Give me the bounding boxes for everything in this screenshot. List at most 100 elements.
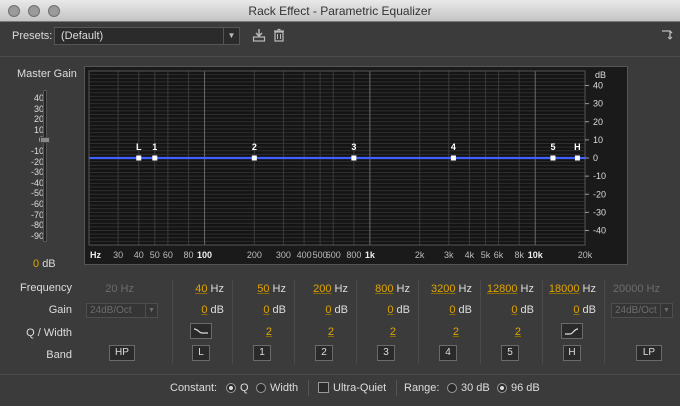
band-1-frequency[interactable]: 50 Hz xyxy=(240,283,286,295)
band-1-frequency-value[interactable]: 50 xyxy=(257,283,269,295)
band-node[interactable] xyxy=(251,155,257,161)
band-h-frequency-unit: Hz xyxy=(582,283,596,295)
band-5-frequency[interactable]: 12800 Hz xyxy=(482,283,534,295)
range-label: Range: xyxy=(404,382,440,394)
band-1-q[interactable]: 2 xyxy=(240,326,272,338)
eq-graph[interactable]: dB 40 30 20 10 0 -10 -20 -30 -40 Hz 30 40 50 60 80 100 20… xyxy=(84,66,628,265)
delete-preset-icon[interactable] xyxy=(272,28,286,42)
band-5-q[interactable]: 2 xyxy=(488,326,521,338)
band-4-button[interactable]: 4 xyxy=(439,345,457,361)
band-5-button[interactable]: 5 xyxy=(501,345,519,361)
high-shelf-toggle-button[interactable] xyxy=(561,323,583,339)
band-2-gain-unit: dB xyxy=(334,304,348,316)
band-4-frequency[interactable]: 3200 Hz xyxy=(420,283,472,295)
band-2-gain-value[interactable]: 0 xyxy=(325,304,331,316)
band-1-frequency-unit: Hz xyxy=(272,283,286,295)
db-tick-label: 0 xyxy=(593,153,598,163)
band-2-frequency-value[interactable]: 200 xyxy=(313,283,331,295)
band-3-gain[interactable]: 0 dB xyxy=(364,304,410,316)
band-3-q[interactable]: 2 xyxy=(364,326,396,338)
band-2-q[interactable]: 2 xyxy=(302,326,334,338)
lp-slope-dropdown[interactable]: 24dB/Oct ▼ xyxy=(611,303,673,318)
band-1-button[interactable]: 1 xyxy=(253,345,271,361)
presets-label: Presets: xyxy=(12,30,53,42)
band-node[interactable] xyxy=(574,155,580,161)
lp-frequency-value[interactable]: 20000 xyxy=(613,283,644,295)
hp-frequency-value[interactable]: 20 xyxy=(105,283,117,295)
band-1-gain[interactable]: 0 dB xyxy=(240,304,286,316)
band-l-frequency[interactable]: 40 Hz xyxy=(180,283,224,295)
band-node[interactable] xyxy=(450,155,456,161)
master-gain-slider-track[interactable] xyxy=(43,90,47,242)
presets-dropdown[interactable]: (Default) ▼ xyxy=(54,27,240,45)
hp-slope-dropdown[interactable]: 24dB/Oct ▼ xyxy=(86,303,158,318)
band-2-frequency[interactable]: 200 Hz xyxy=(302,283,348,295)
band-l-gain[interactable]: 0 dB xyxy=(180,304,224,316)
band-hp-button[interactable]: HP xyxy=(109,345,135,361)
band-3-button[interactable]: 3 xyxy=(377,345,395,361)
band-node[interactable] xyxy=(136,155,142,161)
master-gain-slider-thumb[interactable] xyxy=(40,137,50,143)
hp-frequency[interactable]: 20 Hz xyxy=(86,283,134,295)
frequency-tick-label: 2k xyxy=(415,250,425,260)
band-1-q-value[interactable]: 2 xyxy=(266,326,272,338)
band-3-frequency-value[interactable]: 800 xyxy=(375,283,393,295)
band-h-gain-value[interactable]: 0 xyxy=(573,304,579,316)
band-2-gain[interactable]: 0 dB xyxy=(302,304,348,316)
low-shelf-toggle-button[interactable] xyxy=(190,323,212,339)
band-5-frequency-value[interactable]: 12800 xyxy=(487,283,518,295)
band-node[interactable] xyxy=(550,155,556,161)
band-3-q-value[interactable]: 2 xyxy=(390,326,396,338)
band-3-gain-value[interactable]: 0 xyxy=(387,304,393,316)
range-96db-radio[interactable] xyxy=(497,383,507,393)
band-2-button[interactable]: 2 xyxy=(315,345,333,361)
band-node[interactable] xyxy=(351,155,357,161)
panel-menu-icon[interactable] xyxy=(660,28,674,42)
band-1-gain-value[interactable]: 0 xyxy=(263,304,269,316)
band-node-label: 5 xyxy=(550,142,555,152)
ultra-quiet-checkbox[interactable] xyxy=(318,382,329,393)
band-node-label: L xyxy=(136,142,142,152)
band-4-q[interactable]: 2 xyxy=(426,326,459,338)
band-lp-button[interactable]: LP xyxy=(636,345,662,361)
band-h-frequency[interactable]: 18000 Hz xyxy=(544,283,596,295)
master-gain-number[interactable]: 0 xyxy=(33,258,39,270)
range-96db-label[interactable]: 96 dB xyxy=(511,382,540,394)
band-4-gain[interactable]: 0 dB xyxy=(426,304,472,316)
band-l-button[interactable]: L xyxy=(192,345,210,361)
db-tick-label: -40 xyxy=(593,226,606,236)
band-4-gain-value[interactable]: 0 xyxy=(449,304,455,316)
band-h-gain[interactable]: 0 dB xyxy=(550,304,596,316)
constant-q-label[interactable]: Q xyxy=(240,382,249,394)
band-h-frequency-value[interactable]: 18000 xyxy=(549,283,580,295)
band-4-frequency-value[interactable]: 3200 xyxy=(431,283,455,295)
divider xyxy=(542,280,543,364)
lp-frequency[interactable]: 20000 Hz xyxy=(606,283,660,295)
band-l-frequency-value[interactable]: 40 xyxy=(195,283,207,295)
range-30db-label[interactable]: 30 dB xyxy=(461,382,490,394)
divider xyxy=(480,280,481,364)
band-5-gain[interactable]: 0 dB xyxy=(488,304,534,316)
eq-graph-canvas[interactable]: dB403020100-10-20-30-40Hz 30 40 50 60 80 100 20… xyxy=(85,67,627,264)
constant-q-radio[interactable] xyxy=(226,383,236,393)
band-4-frequency-unit: Hz xyxy=(458,283,472,295)
range-30db-radio[interactable] xyxy=(447,383,457,393)
band-l-frequency-unit: Hz xyxy=(210,283,224,295)
band-2-q-value[interactable]: 2 xyxy=(328,326,334,338)
band-l-gain-value[interactable]: 0 xyxy=(201,304,207,316)
band-3-frequency[interactable]: 800 Hz xyxy=(364,283,410,295)
band-h-button[interactable]: H xyxy=(563,345,581,361)
save-preset-icon[interactable] xyxy=(252,28,266,42)
db-tick-label: 40 xyxy=(593,81,603,91)
gain-row-label: Gain xyxy=(48,304,72,316)
band-4-q-value[interactable]: 2 xyxy=(453,326,459,338)
band-5-q-value[interactable]: 2 xyxy=(515,326,521,338)
chevron-down-icon: ▼ xyxy=(145,304,157,317)
constant-width-label[interactable]: Width xyxy=(270,382,298,394)
band-5-gain-value[interactable]: 0 xyxy=(511,304,517,316)
db-tick-label: -20 xyxy=(593,189,606,199)
master-gain-value[interactable]: 0 dB xyxy=(33,258,56,270)
constant-width-radio[interactable] xyxy=(256,383,266,393)
band-node[interactable] xyxy=(152,155,158,161)
ultra-quiet-label[interactable]: Ultra-Quiet xyxy=(333,382,386,394)
